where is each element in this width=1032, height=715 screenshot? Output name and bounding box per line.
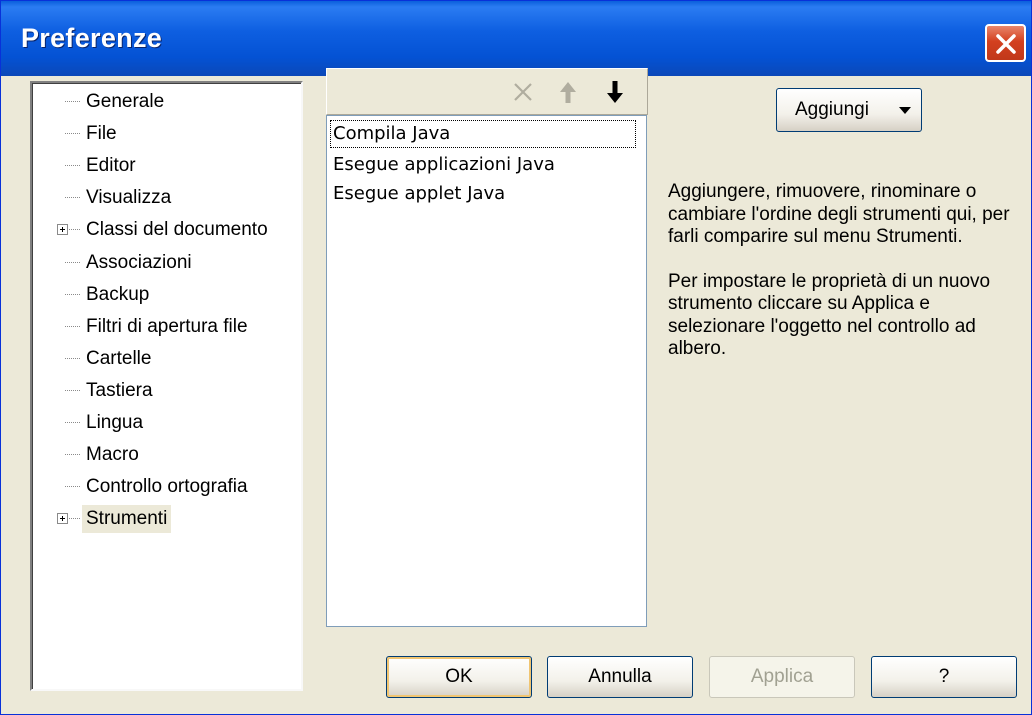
tree-item[interactable]: Cartelle — [32, 343, 302, 375]
tree-item-label: Strumenti — [82, 505, 172, 534]
tree-item-label: Generale — [86, 91, 165, 112]
add-dropdown-button[interactable]: Aggiungi — [776, 88, 922, 132]
tree-item-label: Backup — [86, 283, 150, 305]
help-paragraph-2: Per impostare le proprietà di un nuovo s… — [668, 270, 991, 360]
tree-item[interactable]: Lingua — [32, 407, 302, 439]
tree-connector-line — [65, 389, 80, 391]
arrow-up-icon — [560, 82, 576, 103]
tree-item[interactable]: File — [32, 118, 302, 150]
title-bar[interactable]: Preferenze — [1, 1, 1031, 76]
expand-plus-icon[interactable] — [57, 224, 68, 236]
list-item[interactable]: Esegue applicazioni Java — [331, 152, 555, 180]
tree-connector-line — [65, 293, 80, 295]
tree-item[interactable]: Classi del documento — [32, 214, 302, 246]
list-item[interactable]: Compila Java — [330, 120, 636, 148]
cancel-button[interactable]: Annulla — [547, 656, 693, 698]
tree-connector-line — [65, 454, 80, 456]
tree-connector-line — [65, 197, 80, 199]
tree-item[interactable]: Strumenti — [32, 503, 302, 535]
add-button-label: Aggiungi — [795, 99, 869, 120]
tree-connector-line — [65, 133, 80, 135]
tree-item-label: Lingua — [86, 412, 144, 433]
tools-list[interactable]: Compila Java Esegue applicazioni Java Es… — [326, 115, 647, 627]
tools-toolbar — [326, 68, 648, 115]
arrow-down-icon — [607, 81, 623, 103]
ok-button[interactable]: OK — [386, 656, 532, 698]
move-down-button[interactable] — [600, 77, 630, 107]
tree-connector-line — [65, 486, 80, 488]
tree-connector-line — [65, 422, 80, 423]
tree-item[interactable]: Editor — [32, 150, 302, 182]
tree-item[interactable]: Generale — [32, 86, 302, 118]
tree-item-label: Controllo ortografia — [86, 476, 248, 498]
tree-connector-line — [65, 325, 80, 327]
help-button[interactable]: ? — [871, 656, 1017, 698]
help-paragraph-1: Aggiungere, rimuovere, rinominare o camb… — [668, 181, 1010, 247]
close-icon — [996, 34, 1016, 54]
tree-item[interactable]: Associazioni — [32, 247, 302, 279]
apply-button[interactable]: Applica — [709, 656, 855, 698]
tree-item-label: Filtri di apertura file — [86, 315, 248, 337]
tree-connector-line — [65, 165, 80, 167]
delete-x-icon — [514, 83, 532, 101]
expand-plus-icon[interactable] — [57, 513, 68, 525]
tree-item[interactable]: Tastiera — [32, 375, 302, 407]
tree-item[interactable]: Visualizza — [32, 182, 302, 214]
tree-item[interactable]: Macro — [32, 439, 302, 471]
tree-item-label: Cartelle — [86, 347, 152, 369]
list-item[interactable]: Esegue applet Java — [331, 181, 505, 209]
window-title: Preferenze — [21, 23, 163, 53]
tree-item-label: Macro — [86, 444, 139, 466]
tree-item[interactable]: Filtri di apertura file — [32, 311, 302, 343]
tree-item[interactable]: Controllo ortografia — [32, 471, 302, 503]
tree-connector-line — [65, 261, 80, 263]
tree-item-label: Visualizza — [86, 187, 172, 209]
tree-item[interactable]: Backup — [32, 279, 302, 311]
category-tree[interactable]: Generale File Editor Visualizza Classi del d… — [30, 81, 303, 691]
help-text: Aggiungere, rimuovere, rinominare o camb… — [668, 181, 1028, 383]
dropdown-arrow-icon — [899, 107, 911, 114]
tree-item-label: Classi del documento — [86, 219, 268, 241]
tree-item-label: Editor — [86, 155, 136, 177]
close-button[interactable] — [985, 24, 1026, 62]
tree-item-label: File — [86, 123, 117, 145]
preferences-dialog: Preferenze Generale File Editor Visualizza C… — [0, 0, 1032, 715]
move-up-button[interactable] — [553, 77, 583, 107]
tree-connector-line — [65, 357, 80, 359]
tree-item-label: Associazioni — [86, 251, 192, 273]
tree-connector-line — [65, 101, 80, 102]
tree-item-label: Tastiera — [86, 379, 153, 401]
delete-button[interactable] — [508, 77, 538, 107]
